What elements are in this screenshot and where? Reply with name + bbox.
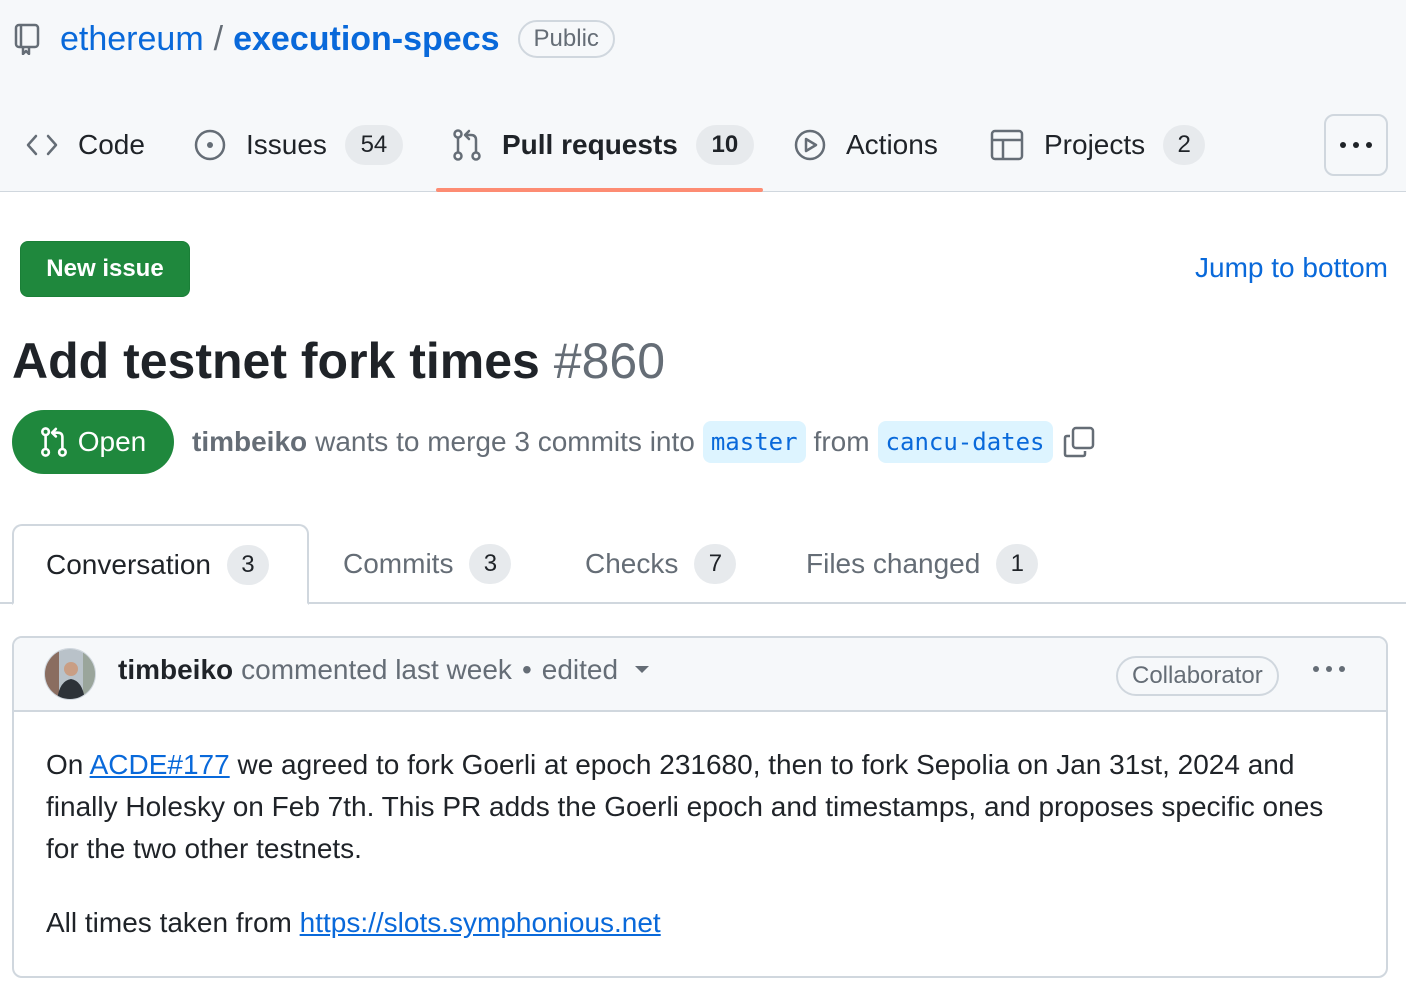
checks-counter: 7 xyxy=(694,544,737,584)
more-menu-button[interactable] xyxy=(1324,114,1388,176)
tab-files-changed[interactable]: Files changed 1 xyxy=(806,524,1039,604)
tab-actions[interactable]: Actions xyxy=(794,112,938,178)
tab-checks-label: Checks xyxy=(585,548,679,579)
pull-request-icon xyxy=(40,427,67,457)
copy-icon[interactable] xyxy=(1063,426,1095,458)
tab-issues[interactable]: Issues 54 xyxy=(194,112,403,178)
tab-conversation[interactable]: Conversation 3 xyxy=(12,524,309,605)
tab-commits[interactable]: Commits 3 xyxy=(343,524,512,604)
pr-title: Add testnet fork times #860 xyxy=(12,332,665,390)
pr-state-row: Open timbeiko wants to merge 3 commits i… xyxy=(12,410,1095,474)
acde-link[interactable]: ACDE#177 xyxy=(90,749,230,780)
slots-link[interactable]: https://slots.symphonious.net xyxy=(300,907,661,938)
table-icon xyxy=(990,129,1024,161)
tab-conversation-label: Conversation xyxy=(46,548,211,580)
edited-label[interactable]: edited xyxy=(542,654,618,686)
base-branch[interactable]: master xyxy=(702,421,806,463)
files-changed-counter: 1 xyxy=(996,544,1039,584)
pr-title-text: Add testnet fork times xyxy=(12,333,540,389)
merge-text: wants to merge 3 commits into xyxy=(315,426,695,457)
tab-pull-requests[interactable]: Pull requests 10 xyxy=(452,112,754,178)
tab-projects-label: Projects xyxy=(1044,129,1146,160)
p2-prefix: All times taken from xyxy=(46,907,300,938)
repo-nav: Code Issues 54 Pull requests 10 Actions xyxy=(0,112,1406,192)
projects-counter: 2 xyxy=(1163,125,1206,165)
avatar[interactable] xyxy=(44,648,96,700)
meta-dot: • xyxy=(521,654,532,685)
visibility-badge: Public xyxy=(517,20,615,58)
tab-pull-requests-label: Pull requests xyxy=(502,129,678,160)
pr-tabs: Conversation 3 Commits 3 Checks 7 Files … xyxy=(0,524,1406,605)
comment: timbeiko commented last week • edited Co… xyxy=(12,636,1388,978)
repo-title: ethereum / execution-specs Public xyxy=(14,16,615,62)
tab-files-changed-label: Files changed xyxy=(806,548,981,579)
comment-body: On ACDE#177 we agreed to fork Goerli at … xyxy=(14,712,1386,944)
kebab-horizontal-icon[interactable] xyxy=(1312,660,1346,678)
pr-author-link[interactable]: timbeiko xyxy=(192,426,307,458)
state-label: Open xyxy=(77,426,147,457)
selected-tab-underline xyxy=(436,188,763,192)
head-branch[interactable]: cancu-dates xyxy=(877,421,1053,463)
tab-projects[interactable]: Projects 2 xyxy=(990,112,1206,178)
pr-number: #860 xyxy=(553,333,665,389)
tab-code[interactable]: Code xyxy=(26,112,145,178)
repo-owner-link[interactable]: ethereum xyxy=(60,20,204,59)
repo-separator: / xyxy=(213,19,224,58)
repo-header: ethereum / execution-specs Public Code I… xyxy=(0,0,1406,192)
collaborator-badge: Collaborator xyxy=(1116,656,1279,696)
jump-to-bottom-link[interactable]: Jump to bottom xyxy=(1195,252,1388,284)
chevron-down-icon[interactable] xyxy=(634,665,650,675)
kebab-horizontal-icon xyxy=(1339,136,1373,154)
comment-header: timbeiko commented last week • edited Co… xyxy=(14,638,1386,712)
tab-commits-label: Commits xyxy=(343,548,454,579)
tab-issues-label: Issues xyxy=(246,129,327,160)
pull-request-icon xyxy=(452,129,482,161)
repo-icon xyxy=(14,23,42,55)
comment-meta: timbeiko commented last week • edited xyxy=(118,654,650,686)
pull-requests-counter: 10 xyxy=(695,125,754,165)
state-badge: Open xyxy=(12,410,174,474)
commits-counter: 3 xyxy=(469,544,512,584)
comment-author[interactable]: timbeiko xyxy=(118,654,233,686)
issues-counter: 54 xyxy=(344,125,403,165)
conversation-counter: 3 xyxy=(226,544,269,585)
comment-timestamp[interactable]: commented last week xyxy=(241,654,512,686)
p1-prefix: On xyxy=(46,749,90,780)
tab-code-label: Code xyxy=(78,129,145,160)
repo-name-link[interactable]: execution-specs xyxy=(233,20,499,59)
play-icon xyxy=(794,129,826,161)
new-issue-button[interactable]: New issue xyxy=(20,241,190,297)
from-text: from xyxy=(813,426,870,457)
tab-checks[interactable]: Checks 7 xyxy=(585,524,737,604)
comment-paragraph: All times taken from https://slots.symph… xyxy=(46,902,1354,944)
issue-icon xyxy=(194,129,226,161)
comment-paragraph: On ACDE#177 we agreed to fork Goerli at … xyxy=(46,744,1354,870)
tab-actions-label: Actions xyxy=(846,129,938,160)
code-icon xyxy=(26,133,58,157)
p1-text: we agreed to fork Goerli at epoch 231680… xyxy=(46,749,1324,864)
